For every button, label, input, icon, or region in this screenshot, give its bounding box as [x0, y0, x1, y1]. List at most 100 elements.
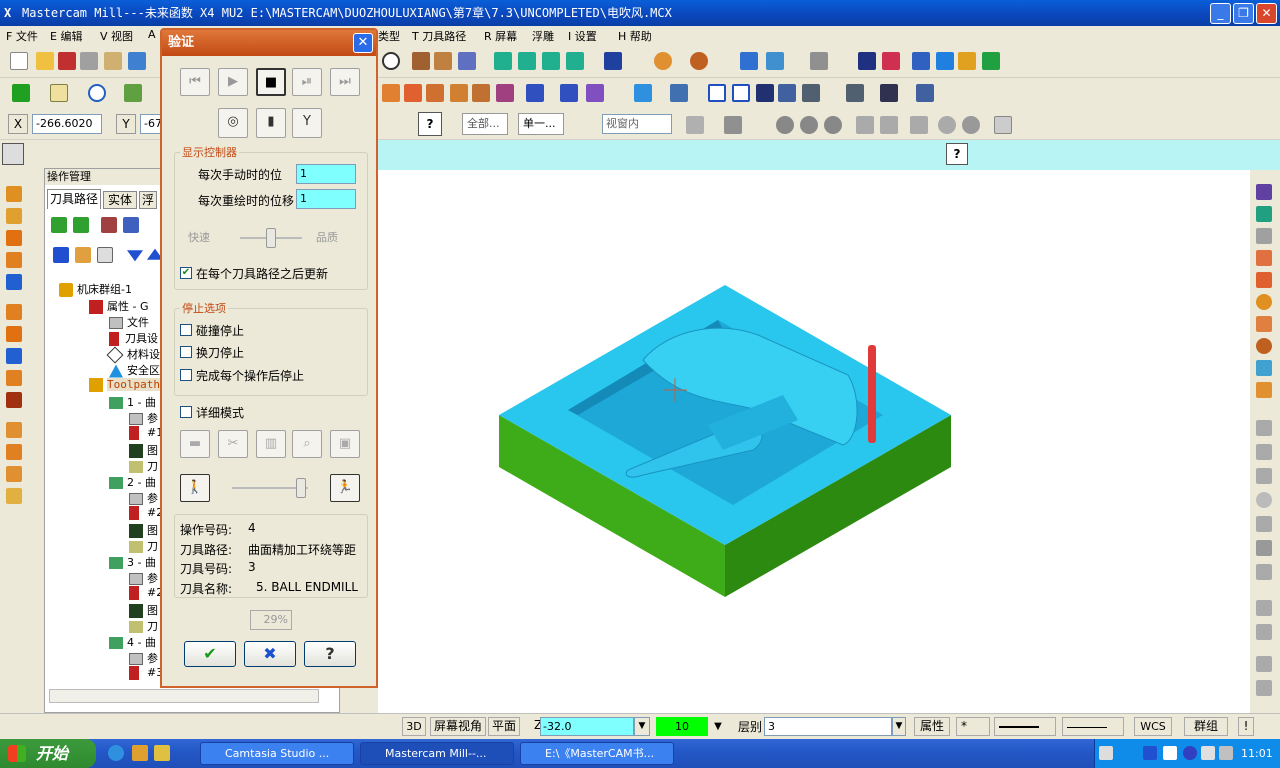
tab-relief[interactable]: 浮: [139, 191, 157, 209]
play-icon[interactable]: ▶: [218, 68, 248, 96]
rside-p-icon[interactable]: [1256, 540, 1272, 556]
side-h-icon[interactable]: [6, 348, 22, 364]
cursor-i-icon[interactable]: [938, 116, 956, 134]
new-file-icon[interactable]: [10, 52, 28, 70]
view-select-dropdown[interactable]: 视窗内: [602, 114, 672, 134]
tab-solids[interactable]: 实体: [103, 191, 137, 209]
close-button[interactable]: ✕: [1256, 3, 1277, 24]
task-mastercam[interactable]: Mastercam Mill--...: [360, 742, 514, 765]
cursor-g-icon[interactable]: [880, 116, 898, 134]
rside-l-icon[interactable]: [1256, 444, 1272, 460]
dim-c-icon[interactable]: [802, 84, 820, 102]
rside-t-icon[interactable]: [1256, 656, 1272, 672]
rside-j-icon[interactable]: [1256, 382, 1272, 398]
task-explorer[interactable]: E:\《MasterCAM书...: [520, 742, 674, 765]
ok-button[interactable]: ✔: [184, 641, 236, 667]
tree-op3-geometry[interactable]: 图: [129, 602, 158, 618]
status-color-dropdown-icon[interactable]: ▼: [710, 717, 726, 736]
circle-icon[interactable]: [88, 84, 106, 102]
menu-file[interactable]: F 文件: [6, 28, 38, 44]
rside-f-icon[interactable]: [1256, 294, 1272, 310]
dim-b-icon[interactable]: [778, 84, 796, 102]
cursor-h-icon[interactable]: [910, 116, 928, 134]
status-layer-dropdown-icon[interactable]: ▼: [892, 717, 906, 736]
analyze-icon[interactable]: [766, 52, 784, 70]
menu-help[interactable]: H 帮助: [618, 28, 652, 44]
regen-ops-icon[interactable]: [101, 217, 117, 233]
display-stock-icon[interactable]: Y: [292, 108, 322, 138]
step-forward-icon[interactable]: ⏯: [292, 68, 322, 96]
save-icon[interactable]: [58, 52, 76, 70]
status-excl-button[interactable]: !: [1238, 717, 1254, 736]
tree-op1-params[interactable]: 参: [129, 410, 158, 426]
side-l-icon[interactable]: [6, 444, 22, 460]
print-icon[interactable]: [80, 52, 98, 70]
quicklaunch-b-icon[interactable]: [132, 745, 148, 761]
tree-machine-group[interactable]: 机床群组-1: [59, 281, 132, 297]
keyboard-icon[interactable]: [1099, 746, 1113, 760]
step-input[interactable]: 1: [296, 164, 356, 184]
dim-a-icon[interactable]: [756, 84, 774, 102]
stop-each-op-checkbox[interactable]: [180, 369, 192, 381]
cursor-c-icon[interactable]: [776, 116, 794, 134]
tool-a-icon[interactable]: [412, 52, 430, 70]
quicklaunch-c-icon[interactable]: [154, 745, 170, 761]
task-camtasia[interactable]: Camtasia Studio ...: [200, 742, 354, 765]
view-iso4-icon[interactable]: [566, 52, 584, 70]
cursor-f-icon[interactable]: [856, 116, 874, 134]
tray-c-icon[interactable]: [1183, 746, 1197, 760]
regen-dirty-icon[interactable]: [123, 217, 139, 233]
select-dirty-ops-icon[interactable]: [73, 217, 89, 233]
fast-forward-icon[interactable]: ⏭: [330, 68, 360, 96]
grid-icon[interactable]: [708, 84, 726, 102]
tree-op1-toolpath[interactable]: 刀: [129, 458, 158, 474]
rside-n-icon[interactable]: [1256, 492, 1272, 508]
status-screen-view-button[interactable]: 屏幕视角: [430, 717, 486, 736]
menu-toolpath[interactable]: T 刀具路径: [412, 28, 466, 44]
side-f-icon[interactable]: [6, 304, 22, 320]
tree-stock-setup[interactable]: 材料设: [106, 346, 160, 364]
help-pointer-icon[interactable]: [858, 52, 876, 70]
zoom-icon[interactable]: [382, 52, 400, 70]
measure-icon[interactable]: [740, 52, 758, 70]
tree-op-4[interactable]: 4 - 曲: [109, 634, 156, 650]
open-file-icon[interactable]: [36, 52, 54, 70]
rside-s-icon[interactable]: [1256, 624, 1272, 640]
rside-i-icon[interactable]: [1256, 360, 1272, 376]
rewind-icon[interactable]: ⏮: [180, 68, 210, 96]
tool-b-icon[interactable]: [434, 52, 452, 70]
side-k-icon[interactable]: [6, 422, 22, 438]
side-b-icon[interactable]: [6, 208, 22, 224]
xform-e-icon[interactable]: [472, 84, 490, 102]
xform-i-icon[interactable]: [586, 84, 604, 102]
rside-e-icon[interactable]: [1256, 272, 1272, 288]
cursor-k-icon[interactable]: [994, 116, 1012, 134]
toggle-display-icon[interactable]: [75, 247, 91, 263]
cube-view-icon[interactable]: [604, 52, 622, 70]
pick-icon[interactable]: [810, 52, 828, 70]
rside-r-icon[interactable]: [1256, 600, 1272, 616]
status-attr-button[interactable]: 属性: [914, 717, 950, 736]
xform-a-icon[interactable]: [382, 84, 400, 102]
xform-c-icon[interactable]: [426, 84, 444, 102]
update-checkbox[interactable]: ✔: [180, 267, 192, 279]
plugin-icon[interactable]: [982, 52, 1000, 70]
select-all-button[interactable]: 全部...: [462, 113, 508, 135]
menu-settings[interactable]: I 设置: [568, 28, 597, 44]
view-iso3-icon[interactable]: [542, 52, 560, 70]
status-color-swatch[interactable]: 10: [656, 717, 708, 736]
tree-op3-toolpath[interactable]: 刀: [129, 618, 158, 634]
redraw-input[interactable]: 1: [296, 189, 356, 209]
ghost-icon[interactable]: [97, 247, 113, 263]
tree-op2-geometry[interactable]: 图: [129, 522, 158, 538]
menu-edit[interactable]: E 编辑: [50, 28, 82, 44]
rside-b-icon[interactable]: [1256, 206, 1272, 222]
rside-u-icon[interactable]: [1256, 680, 1272, 696]
display-holder-icon[interactable]: ▮: [256, 108, 286, 138]
rside-g-icon[interactable]: [1256, 316, 1272, 332]
view-iso1-icon[interactable]: [494, 52, 512, 70]
status-z-input[interactable]: -32.0: [540, 717, 634, 736]
status-group-button[interactable]: 群组: [1184, 717, 1228, 736]
line-width-dropdown[interactable]: [1062, 717, 1124, 736]
tree-op-1[interactable]: 1 - 曲: [109, 394, 156, 410]
